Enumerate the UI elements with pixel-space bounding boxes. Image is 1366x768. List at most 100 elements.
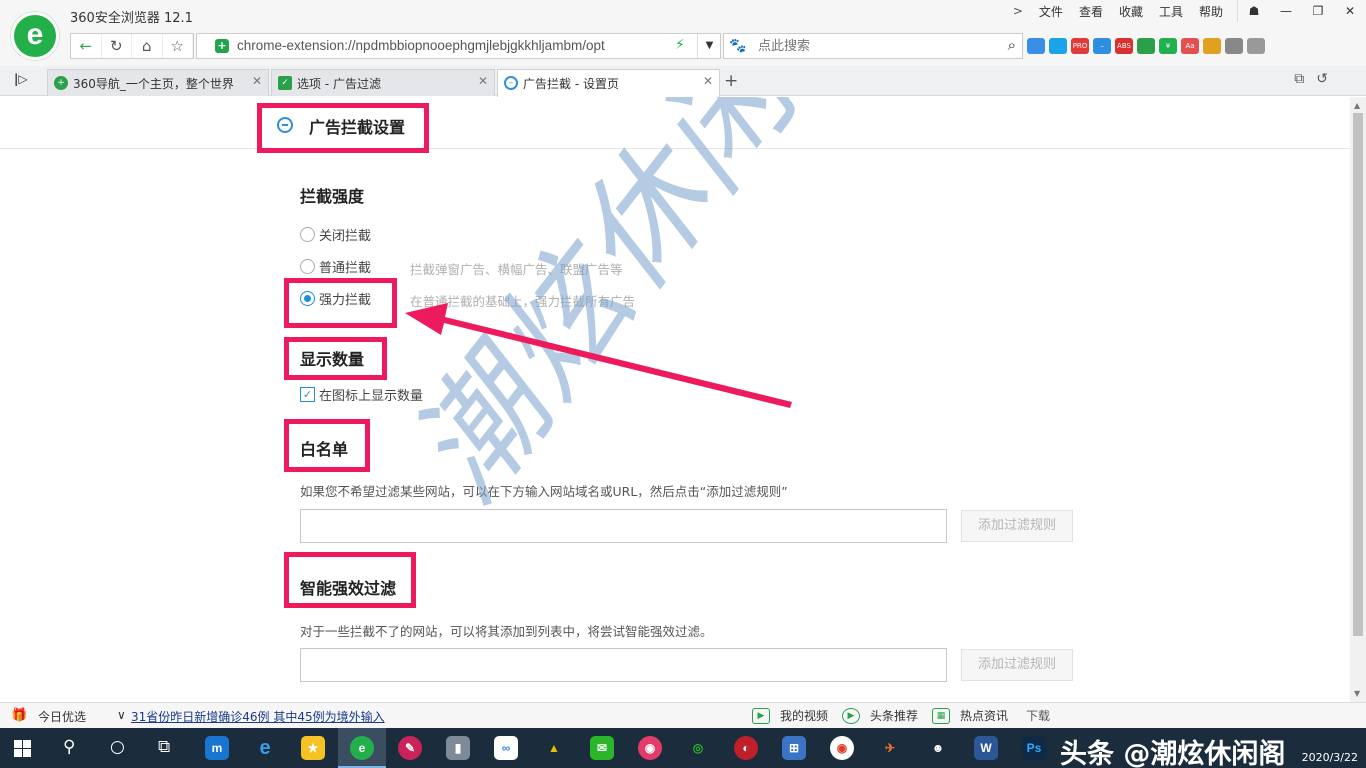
- baidu-netdisk-icon[interactable]: ∞: [494, 736, 518, 760]
- extension-icons: PRO – ABS ¥ Aa: [1027, 38, 1265, 54]
- window-controls: ☗ — ❐ ✕: [1237, 0, 1366, 22]
- photoshop-app-icon[interactable]: Ps: [1022, 736, 1046, 760]
- dog-app-icon[interactable]: ◉: [638, 736, 662, 760]
- pen-app-icon[interactable]: ✎: [398, 736, 422, 760]
- settings-page: 广告拦截设置 拦截强度 关闭拦截 普通拦截 拦截弹窗广告、横幅广告、联盟广告等 …: [0, 97, 1350, 702]
- windows-app-icon[interactable]: ⊞: [782, 736, 806, 760]
- browser-logo-icon[interactable]: [11, 12, 59, 60]
- today-picks[interactable]: 今日优选: [38, 708, 86, 725]
- gift-icon: 🎁: [11, 708, 28, 723]
- search-input[interactable]: [758, 36, 988, 56]
- battery-app-icon[interactable]: ▮: [446, 736, 470, 760]
- favorite-star-icon[interactable]: ☆: [163, 34, 193, 58]
- address-dropdown-icon[interactable]: ▼: [697, 34, 721, 58]
- adblock-extension-icon[interactable]: –: [1093, 38, 1111, 54]
- sidebar-toggle-icon[interactable]: |▷: [14, 72, 28, 86]
- search-icon[interactable]: ⚲: [63, 737, 75, 757]
- annotation-arrow: [405, 303, 792, 408]
- tab-tools-icons[interactable]: ⧉↺: [1294, 71, 1340, 87]
- search-icon[interactable]: ⌕: [1008, 36, 1016, 54]
- top-menu: > 文件 查看 收藏 工具 帮助 ☗ — ❐ ✕: [1005, 0, 1366, 22]
- hot-news-icon[interactable]: ▦: [932, 707, 951, 724]
- my-videos-link[interactable]: 我的视频: [780, 707, 828, 724]
- status-shortcuts: ▶ 我的视频 ▶ 头条推荐 ▦ 热点资讯: [752, 707, 1022, 724]
- back-icon[interactable]: ←: [71, 34, 102, 58]
- refresh-icon[interactable]: ↻: [102, 34, 132, 58]
- scroll-down-icon[interactable]: ▼: [1354, 689, 1360, 698]
- vertical-scrollbar[interactable]: ▲ ▼: [1350, 97, 1366, 702]
- search-box: 🐾 ⌕: [723, 33, 1023, 59]
- tab-label: 广告拦截 - 设置页: [523, 77, 619, 91]
- close-tab-icon[interactable]: ✕: [478, 74, 488, 88]
- edge-app-icon[interactable]: e: [253, 736, 277, 760]
- clock-date[interactable]: 2020/3/22: [1302, 751, 1358, 764]
- menu-expand-icon[interactable]: >: [1005, 4, 1031, 18]
- tab-adblock-settings[interactable]: – 广告拦截 - 设置页 ✕: [497, 69, 720, 97]
- tab-favicon: –: [504, 76, 518, 90]
- tab-360-nav[interactable]: + 360导航_一个主页，整个世界 ✕: [47, 69, 269, 96]
- windows-start-icon[interactable]: [14, 740, 31, 757]
- tab-favicon: +: [54, 76, 68, 90]
- tab-options-adfilter[interactable]: ✓ 选项 - 广告过滤 ✕: [271, 69, 495, 96]
- home-icon[interactable]: ⌂: [132, 34, 163, 58]
- screenshot-icon[interactable]: [1203, 38, 1221, 54]
- menu-view[interactable]: 查看: [1071, 3, 1111, 20]
- hot-news-link[interactable]: 热点资讯: [960, 707, 1008, 724]
- close-window-button[interactable]: ✕: [1334, 0, 1366, 22]
- vpn-icon[interactable]: [1049, 38, 1067, 54]
- triangle-app-icon[interactable]: ▲: [542, 736, 566, 760]
- close-tab-icon[interactable]: ✕: [703, 74, 713, 88]
- evernote-icon[interactable]: [1137, 38, 1155, 54]
- maximize-button[interactable]: ❐: [1302, 0, 1334, 22]
- address-text[interactable]: chrome-extension://npdmbbiopnooephgmjleb…: [237, 38, 669, 53]
- word-app-icon[interactable]: W: [974, 736, 998, 760]
- windows-taskbar: ⚲ ○ ⧉ m e ★ e ✎ ▮ ∞ ▲ ✉ ◉ ◎ ◐ ⊞ ◉ ✈ ☻ W …: [0, 728, 1366, 768]
- tab-favicon: ✓: [278, 76, 292, 90]
- menu-favorites[interactable]: 收藏: [1111, 3, 1151, 20]
- secure-shield-icon[interactable]: +: [215, 39, 229, 53]
- close-tab-icon[interactable]: ✕: [252, 74, 262, 88]
- scrollbar-thumb[interactable]: [1353, 113, 1363, 636]
- task-view-icon[interactable]: ⧉: [158, 737, 170, 757]
- menu-help[interactable]: 帮助: [1191, 3, 1231, 20]
- new-tab-button[interactable]: +: [724, 71, 738, 91]
- cortana-icon[interactable]: ○: [110, 737, 125, 757]
- money-icon[interactable]: ¥: [1159, 38, 1177, 54]
- headline-recommend-link[interactable]: 头条推荐: [870, 707, 918, 724]
- tools-key-icon[interactable]: [1247, 38, 1265, 54]
- tab-label: 360导航_一个主页，整个世界: [73, 77, 234, 91]
- nav-buttons: ← ↻ ⌂ ☆: [70, 33, 194, 59]
- skin-icon[interactable]: ☗: [1238, 0, 1270, 22]
- menu-tools[interactable]: 工具: [1151, 3, 1191, 20]
- news-expand-icon[interactable]: ∨: [117, 708, 126, 722]
- abs-icon[interactable]: ABS: [1115, 38, 1133, 54]
- maxthon-app-icon[interactable]: m: [205, 736, 229, 760]
- red-app-icon[interactable]: ◐: [734, 736, 758, 760]
- tab-label: 选项 - 广告过滤: [297, 77, 381, 91]
- headline-icon[interactable]: ▶: [842, 707, 861, 724]
- green-ring-app-icon[interactable]: ◎: [686, 736, 710, 760]
- qq-app-icon[interactable]: ☻: [926, 736, 950, 760]
- chrome-app-icon[interactable]: ◉: [830, 736, 854, 760]
- translate-icon[interactable]: Aa: [1181, 38, 1199, 54]
- tool-app-icon[interactable]: ✈: [878, 736, 902, 760]
- taskbar-watermark: 头条 @潮炫休闲阁: [1060, 739, 1286, 768]
- minimize-button[interactable]: —: [1270, 0, 1302, 22]
- pro-icon[interactable]: PRO: [1071, 38, 1089, 54]
- scroll-up-icon[interactable]: ▲: [1354, 101, 1360, 110]
- status-bar: 🎁 今日优选 ∨ 31省份昨日新增确诊46例 其中45例为境外输入 ▶ 我的视频…: [0, 702, 1366, 728]
- browser-titlebar: 360安全浏览器 12.1 > 文件 查看 收藏 工具 帮助 ☗ — ❐ ✕ ←…: [0, 0, 1366, 66]
- menu-file[interactable]: 文件: [1031, 3, 1071, 20]
- 360-browser-app-icon[interactable]: e: [350, 736, 374, 760]
- tab-strip: |▷ + 360导航_一个主页，整个世界 ✕ ✓ 选项 - 广告过滤 ✕ – 广…: [0, 66, 1366, 97]
- game-icon[interactable]: [1225, 38, 1243, 54]
- search-engine-icon[interactable]: 🐾: [729, 38, 746, 54]
- speed-mode-icon[interactable]: ⚡: [675, 37, 685, 53]
- wechat-app-icon[interactable]: ✉: [590, 736, 614, 760]
- download-link[interactable]: 下载: [1026, 707, 1050, 724]
- news-headline-link[interactable]: 31省份昨日新增确诊46例 其中45例为境外输入: [131, 708, 385, 725]
- video-icon[interactable]: ▶: [752, 707, 770, 724]
- apps-icon[interactable]: [1027, 38, 1045, 54]
- folder-app-icon[interactable]: ★: [301, 736, 325, 760]
- address-bar[interactable]: + chrome-extension://npdmbbiopnooephgmjl…: [196, 33, 721, 59]
